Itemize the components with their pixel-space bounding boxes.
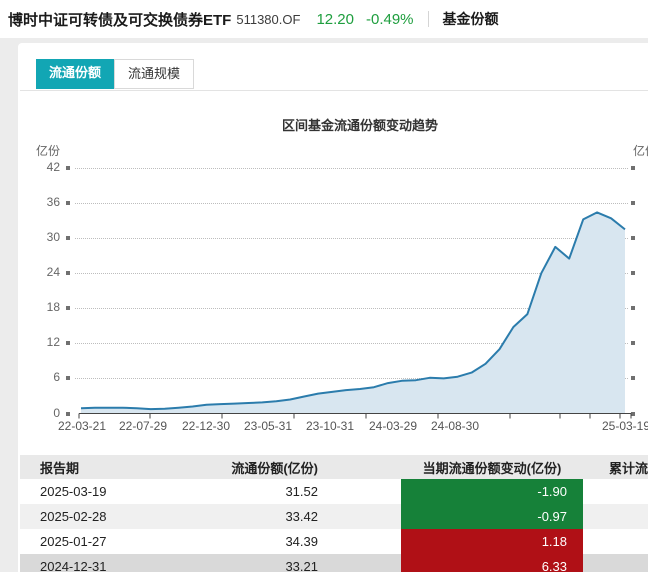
x-tick-label: 22-12-30 [177, 419, 235, 433]
column-header: 报告期 [20, 458, 210, 477]
column-header: 当期流通份额变动(亿份) [401, 455, 583, 479]
spacer-cell [320, 529, 401, 554]
table-row[interactable]: 2025-03-1931.52 -1.90 [20, 479, 648, 504]
report-date-cell: 2025-03-19 [20, 484, 210, 499]
spacer-cell [320, 504, 401, 529]
table-row[interactable]: 2025-02-2833.42 -0.97 [20, 504, 648, 529]
area-line-chart[interactable] [0, 0, 648, 450]
report-date-cell: 2025-02-28 [20, 509, 210, 524]
change-cell: 1.18 [401, 529, 583, 554]
area-fill [81, 212, 625, 413]
x-tick-label: 23-10-31 [301, 419, 359, 433]
x-tick-label: 25-03-19 [597, 419, 648, 433]
table-row[interactable]: 2024-12-3133.21 6.33 [20, 554, 648, 572]
shares-cell: 34.39 [210, 534, 320, 549]
change-cell: -1.90 [401, 479, 583, 504]
change-cell: 6.33 [401, 554, 583, 572]
x-tick-label: 24-08-30 [426, 419, 484, 433]
shares-cell: 33.42 [210, 509, 320, 524]
table-row[interactable]: 2025-01-2734.39 1.18 [20, 529, 648, 554]
shares-cell: 31.52 [210, 484, 320, 499]
spacer-cell [320, 554, 401, 572]
x-tick-label: 24-03-29 [364, 419, 422, 433]
x-axis [79, 414, 631, 419]
column-header [320, 455, 401, 479]
x-tick-label: 22-07-29 [114, 419, 172, 433]
page: 博时中证可转债及可交换债券ETF 511380.OF 12.20 -0.49% … [0, 0, 648, 572]
change-cell: -0.97 [401, 504, 583, 529]
column-header: 流通份额(亿份) [210, 458, 320, 477]
share-change-table: 报告期流通份额(亿份) 当期流通份额变动(亿份)累计流通份额变动(亿份) 2025-… [20, 455, 648, 572]
x-tick-label: 22-03-21 [53, 419, 111, 433]
report-date-cell: 2025-01-27 [20, 534, 210, 549]
x-tick-label: 23-05-31 [239, 419, 297, 433]
column-header: 累计流通份额变动(亿份) [583, 458, 648, 477]
report-date-cell: 2024-12-31 [20, 559, 210, 572]
shares-cell: 33.21 [210, 559, 320, 572]
table-header-row: 报告期流通份额(亿份) 当期流通份额变动(亿份)累计流通份额变动(亿份) [20, 455, 648, 479]
spacer-cell [320, 479, 401, 504]
